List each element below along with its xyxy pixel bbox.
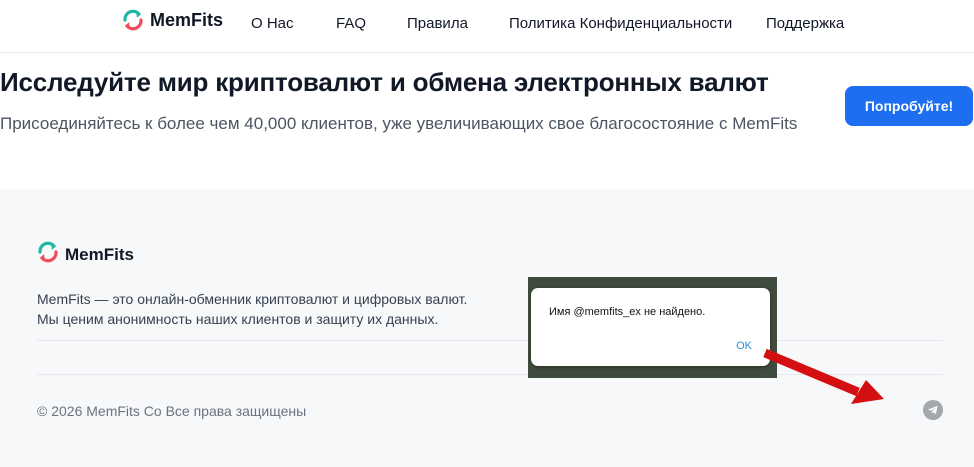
hero-subtitle: Присоединяйтесь к более чем 40,000 клиен… (0, 114, 798, 133)
footer-divider (37, 374, 943, 375)
brand-name: MemFits (150, 9, 224, 30)
memfits-logo-icon (122, 9, 144, 31)
ok-button[interactable]: OK (736, 340, 752, 352)
hero-title: Исследуйте мир криптовалют и обмена элек… (0, 67, 769, 97)
nav-about[interactable]: О Нас (251, 15, 294, 32)
dialog-message: Имя @memfits_ex не найдено. (549, 306, 706, 318)
nav-faq[interactable]: FAQ (336, 15, 366, 32)
nav-support[interactable]: Поддержка (766, 15, 844, 32)
alert-dialog: Имя @memfits_ex не найдено. OK (531, 288, 770, 366)
nav-privacy-policy[interactable]: Политика Конфиденциальности (509, 15, 732, 32)
footer-description-line: MemFits — это онлайн-обменник криптовалю… (37, 291, 468, 307)
footer-description: MemFits — это онлайн-обменник криптовалю… (37, 289, 467, 329)
footer: MemFits MemFits — это онлайн-обменник кр… (0, 189, 974, 467)
footer-brand[interactable]: MemFits (37, 241, 134, 268)
memfits-logo-icon (37, 241, 59, 268)
footer-brand-name: MemFits (65, 244, 134, 264)
telegram-icon[interactable] (923, 400, 943, 420)
try-button[interactable]: Попробуйте! (845, 86, 973, 126)
copyright-text: © 2026 MemFits Co Все права защищены (37, 403, 307, 419)
footer-divider (37, 340, 943, 341)
nav-rules[interactable]: Правила (407, 15, 468, 32)
footer-description-line: Мы ценим анонимность наших клиентов и за… (37, 311, 439, 327)
brand[interactable]: MemFits (122, 9, 223, 31)
top-nav: MemFits О Нас FAQ Правила Политика Конфи… (0, 0, 974, 53)
